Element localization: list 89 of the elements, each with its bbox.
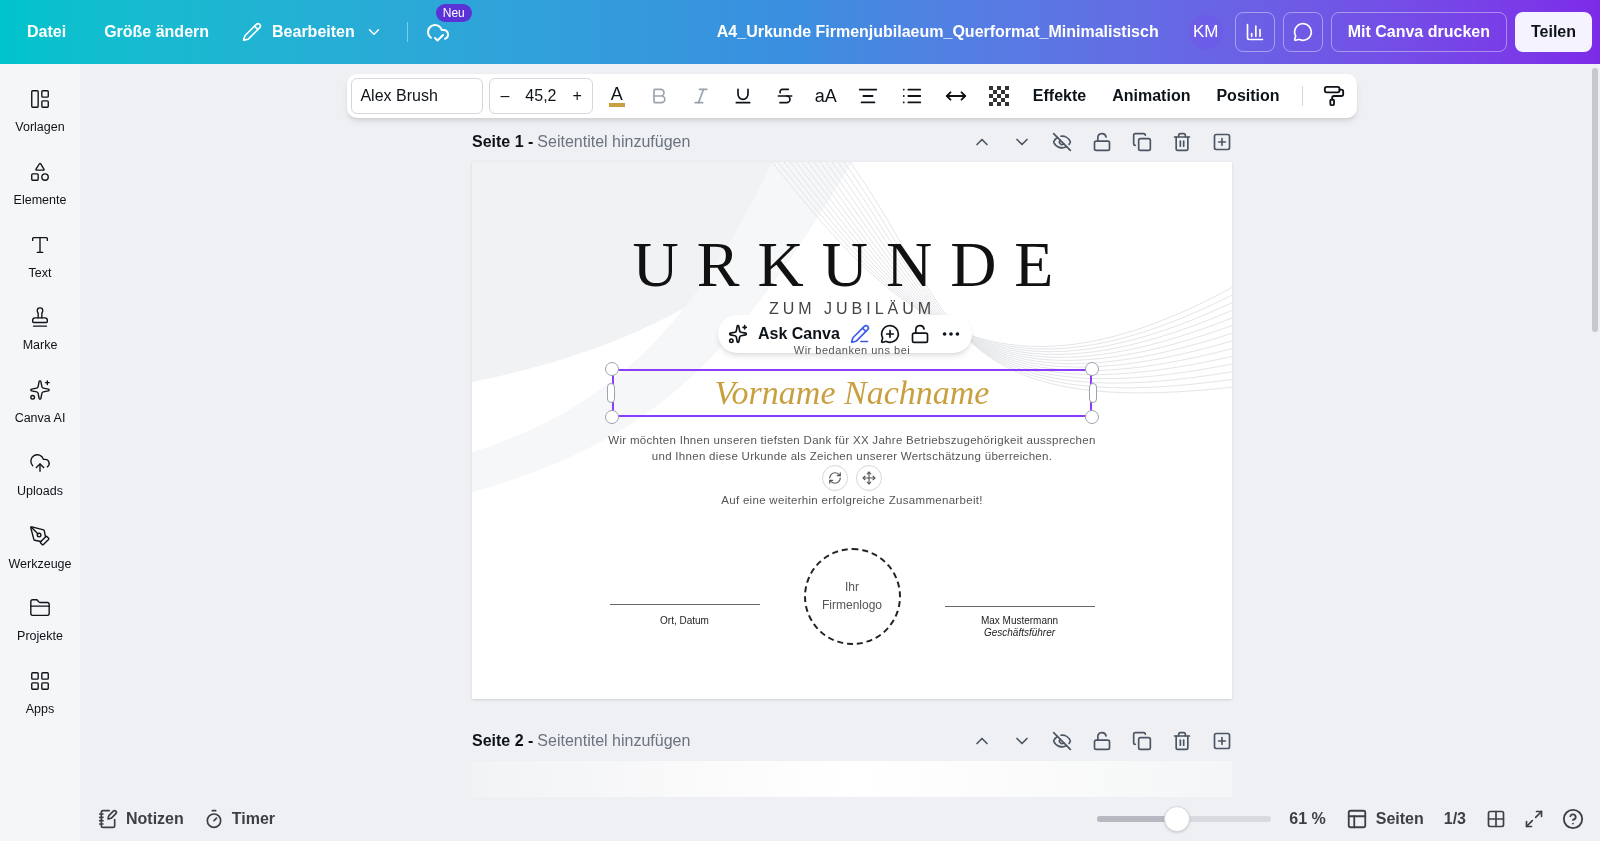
magic-pencil-icon[interactable] [849, 324, 870, 344]
add-page-icon[interactable] [1212, 731, 1232, 751]
share-button[interactable]: Teilen [1514, 12, 1592, 52]
lock-icon[interactable] [1092, 132, 1112, 152]
notes-button[interactable]: Notizen [96, 807, 186, 831]
user-avatar[interactable]: KM [1188, 15, 1223, 49]
transparency-icon[interactable] [988, 86, 1009, 106]
layout-icon [29, 88, 51, 110]
resize-handle[interactable] [1089, 382, 1097, 403]
ask-canva-button[interactable]: Ask Canva [758, 322, 840, 346]
grid-view-icon[interactable] [1486, 809, 1506, 829]
apps-icon [29, 670, 51, 692]
sidebar-item[interactable]: Canva AI [14, 379, 66, 428]
delete-icon[interactable] [1172, 731, 1192, 751]
hide-icon[interactable] [1052, 132, 1072, 152]
pencil-icon [242, 22, 263, 42]
move-button[interactable] [856, 464, 882, 491]
pages-button[interactable]: Seiten [1345, 807, 1424, 831]
comment-add-icon[interactable] [879, 324, 900, 344]
move-icon [862, 470, 876, 485]
sidebar-item[interactable]: Werkzeuge [8, 524, 72, 574]
signature-role: Geschäftsführer [983, 626, 1056, 639]
body-text: und Ihnen diese Urkunde als Zeichen unserer Wertschätzung überreichen. [651, 448, 1053, 464]
rotate-button[interactable] [822, 464, 848, 491]
cloud-upload-icon [29, 451, 51, 474]
shapes-icon [29, 160, 51, 183]
logo-text: Ihr [845, 579, 859, 596]
speech-bubble-icon [1292, 22, 1313, 42]
paint-roller-icon[interactable] [1322, 85, 1345, 107]
resize-handle[interactable] [1085, 409, 1099, 424]
duplicate-icon[interactable] [1132, 132, 1152, 152]
add-page-icon[interactable] [1212, 132, 1232, 152]
resize-handle[interactable] [607, 382, 615, 403]
lock-icon[interactable] [909, 324, 930, 344]
certificate-title: URKUNDE [632, 230, 1072, 300]
body-text: Wir möchten Ihnen unseren tiefsten Dank für XX Jahre Betriebszugehörigkeit aussprechen [608, 432, 1096, 448]
increase-size-button[interactable]: + [568, 84, 586, 108]
font-size-value[interactable]: 45,2 [525, 84, 557, 108]
zoom-slider-thumb[interactable] [1164, 806, 1191, 832]
intro-text: Wir bedanken uns bei [793, 343, 911, 358]
delete-icon[interactable] [1172, 132, 1192, 152]
insights-button[interactable] [1234, 12, 1275, 52]
resize-handle[interactable] [1085, 361, 1099, 376]
scrollbar[interactable] [1592, 68, 1598, 332]
sidebar-item[interactable]: Marke [22, 306, 58, 355]
certificate-subtitle: ZUM JUBILÄUM [768, 300, 936, 318]
lock-icon[interactable] [1092, 731, 1112, 751]
toolbar-button[interactable]: Animation [1102, 78, 1201, 114]
sidebar-item[interactable]: Apps [25, 670, 55, 719]
sidebar-item[interactable]: Elemente [13, 160, 67, 210]
toolbar-button[interactable]: Position [1206, 78, 1290, 114]
bar-chart-icon [1244, 22, 1265, 42]
recipient-name: Vorname Nachname [714, 373, 990, 413]
page-label: Seite 2 - [472, 731, 534, 751]
page-label: Seite 1 - [472, 132, 534, 152]
closing-text: Auf eine weiterhin erfolgreiche Zusammenarbeit! [721, 492, 983, 508]
timer-button[interactable]: Timer [203, 807, 276, 831]
logo-text: Firmenlogo [822, 597, 882, 614]
duplicate-icon[interactable] [1132, 731, 1152, 751]
zoom-reading: 61 % [1289, 809, 1326, 829]
signature-label: Ort, Datum [660, 614, 709, 628]
rotate-icon [828, 470, 842, 485]
page-title-field[interactable]: Seitentitel hinzufügen [537, 130, 691, 154]
pages-icon [1345, 808, 1368, 830]
sparkles-icon[interactable] [728, 324, 748, 344]
hide-icon[interactable] [1052, 731, 1072, 751]
text-color-button[interactable]: A [598, 78, 635, 114]
decrease-size-button[interactable]: – [496, 84, 514, 108]
page-title-field[interactable]: Seitentitel hinzufügen [537, 729, 691, 753]
sidebar-item[interactable]: Projekte [17, 597, 63, 646]
comment-button[interactable] [1282, 12, 1323, 52]
fullscreen-icon[interactable] [1524, 809, 1544, 829]
toolbar-button[interactable]: Effekte [1022, 78, 1097, 114]
resize-handle[interactable] [605, 361, 619, 376]
notes-icon [98, 809, 118, 829]
document-title[interactable]: A4_Urkunde Firmenjubilaeum_Querformat_Minimalistisch [716, 20, 1159, 44]
pen-icon [29, 524, 51, 547]
sidebar-item[interactable]: Vorlagen [15, 88, 65, 137]
letter-case-button[interactable]: aA [808, 82, 843, 110]
signature-name: Max Mustermann [980, 614, 1059, 627]
sidebar-item[interactable]: Uploads [17, 451, 63, 501]
help-icon[interactable] [1562, 808, 1584, 830]
sparkles-icon [29, 379, 51, 401]
font-field[interactable]: Alex Brush [351, 78, 484, 114]
new-badge: Neu [435, 4, 472, 22]
stamp-icon [29, 306, 51, 329]
print-button[interactable]: Mit Canva drucken [1330, 12, 1507, 52]
sidebar-item[interactable]: Text [28, 233, 52, 283]
page-count: 1/3 [1443, 809, 1466, 829]
